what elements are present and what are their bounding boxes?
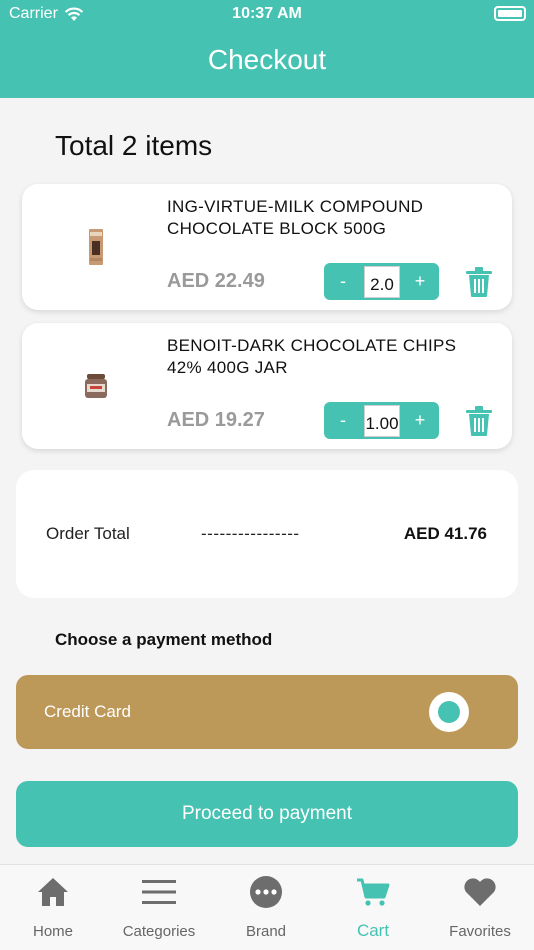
- quantity-stepper: - 1.00 +: [324, 402, 439, 439]
- tab-favorites[interactable]: Favorites: [427, 865, 533, 950]
- product-name: BENOIT-DARK CHOCOLATE CHIPS 42% 400G JAR: [167, 336, 457, 377]
- tab-categories[interactable]: Categories: [106, 865, 212, 950]
- tab-bar: Home Categories Brand Cart Favorites: [0, 864, 534, 950]
- payment-option-label: Credit Card: [44, 702, 131, 721]
- order-total-card: Order Total ---------------- AED 41.76: [16, 470, 518, 598]
- cart-item: ING-VIRTUE-MILK COMPOUND CHOCOLATE BLOCK…: [22, 184, 512, 310]
- tab-cart[interactable]: Cart: [320, 865, 426, 950]
- cart-total-label: Total 2 items: [55, 130, 213, 161]
- order-total-separator: ----------------: [201, 524, 300, 543]
- tab-label: Favorites: [449, 923, 511, 940]
- cart-icon: [357, 878, 390, 906]
- header: Carrier 10:37 AM Checkout: [0, 0, 534, 98]
- product-image[interactable]: [72, 220, 120, 274]
- increase-quantity-button[interactable]: +: [401, 263, 439, 300]
- product-price: AED 22.49: [167, 270, 265, 292]
- tab-label: Brand: [245, 923, 287, 940]
- tab-home[interactable]: Home: [0, 865, 106, 950]
- more-icon: [250, 876, 282, 908]
- order-total-label: Order Total: [46, 524, 130, 543]
- heart-icon: [464, 878, 496, 906]
- clock: 10:37 AM: [232, 5, 302, 22]
- radio-selected-indicator: [438, 701, 460, 723]
- tab-label: Categories: [122, 923, 196, 940]
- tab-brand[interactable]: Brand: [213, 865, 319, 950]
- payment-method-heading: Choose a payment method: [55, 630, 273, 649]
- menu-icon: [142, 880, 176, 904]
- decrease-quantity-button[interactable]: -: [324, 263, 362, 300]
- decrease-quantity-button[interactable]: -: [324, 402, 362, 439]
- trash-icon[interactable]: [464, 266, 494, 298]
- payment-radio[interactable]: [429, 692, 469, 732]
- cart-item: BENOIT-DARK CHOCOLATE CHIPS 42% 400G JAR…: [22, 323, 512, 449]
- tab-label: Home: [32, 923, 73, 940]
- product-price: AED 19.27: [167, 409, 265, 431]
- payment-option-credit-card[interactable]: Credit Card: [16, 675, 518, 749]
- quantity-stepper: - 2.0 +: [324, 263, 439, 300]
- home-icon: [38, 878, 68, 906]
- trash-icon[interactable]: [464, 405, 494, 437]
- quantity-field[interactable]: 2.0: [364, 266, 400, 298]
- proceed-to-payment-button[interactable]: Proceed to payment: [16, 781, 518, 847]
- tab-label: Cart: [356, 921, 390, 940]
- product-name: ING-VIRTUE-MILK COMPOUND CHOCOLATE BLOCK…: [167, 197, 424, 238]
- battery-icon: [494, 6, 526, 21]
- status-bar: Carrier 10:37 AM: [0, 0, 534, 28]
- product-image[interactable]: [72, 359, 120, 413]
- increase-quantity-button[interactable]: +: [401, 402, 439, 439]
- order-total-value: AED 41.76: [403, 524, 487, 543]
- quantity-field[interactable]: 1.00: [364, 405, 400, 437]
- page-title: Checkout: [207, 44, 327, 75]
